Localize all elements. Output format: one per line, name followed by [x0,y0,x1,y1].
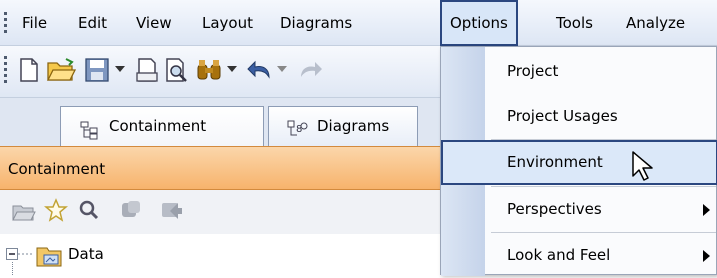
toolbar-grip[interactable] [4,56,7,83]
panel-title: Containment [8,160,106,178]
menu-edit[interactable]: Edit [78,0,107,46]
containment-toolbar [0,190,460,234]
undo-dropdown-icon[interactable] [274,55,290,85]
print-preview-icon[interactable] [162,55,192,85]
search-icon[interactable] [78,199,100,225]
menu-bar: File Edit View Layout Diagrams Options T… [0,0,717,46]
menu-item-project-usages[interactable]: Project Usages [441,94,717,139]
containment-panel-header: Containment [0,146,460,190]
submenu-arrow-icon [703,250,710,262]
find-icon[interactable] [194,55,224,85]
menu-item-perspectives[interactable]: Perspectives [441,187,717,232]
menu-item-look-and-feel[interactable]: Look and Feel [441,233,717,278]
open-project-icon[interactable] [46,55,76,85]
find-dropdown-icon[interactable] [224,55,240,85]
redo-icon[interactable] [296,55,326,85]
print-icon[interactable] [132,55,162,85]
undo-icon[interactable] [244,55,274,85]
menu-item-label: Look and Feel [507,246,611,264]
tree-node-label[interactable]: Data [68,234,104,275]
navigate-icon[interactable] [160,199,184,225]
menu-item-label: Perspectives [507,200,602,218]
options-dropdown-menu: Project Project Usages Environment Persp… [440,46,717,278]
collapse-toggle-icon[interactable] [6,248,36,266]
new-project-icon[interactable] [14,55,44,85]
menu-tools[interactable]: Tools [556,0,593,46]
tree-guide-line [12,262,13,275]
mouse-cursor-icon [631,150,657,186]
menu-options[interactable]: Options [440,0,518,46]
favorite-star-icon[interactable] [43,198,69,226]
menu-item-label: Environment [507,153,603,171]
browser-tab-strip: Containment 8 Diagrams [0,98,460,146]
menu-item-label: Project [507,62,559,80]
save-dropdown-icon[interactable] [112,55,128,85]
containment-tree: Data [0,234,460,275]
menu-view[interactable]: View [136,0,172,46]
menu-item-label: Project Usages [507,107,618,125]
menu-layout[interactable]: Layout [202,0,253,46]
open-folder-icon[interactable] [12,200,36,226]
tab-containment-label: Containment [109,117,207,135]
menu-item-project[interactable]: Project [441,49,717,94]
tab-diagrams-label: Diagrams [317,117,390,135]
save-icon[interactable] [82,55,112,85]
tab-containment[interactable]: Containment [60,106,264,146]
menu-item-environment[interactable]: Environment [441,140,717,185]
menubar-grip[interactable] [4,12,7,33]
submenu-arrow-icon [703,204,710,216]
collapse-icon[interactable] [120,199,142,225]
menu-analyze[interactable]: Analyze [626,0,685,46]
package-icon [36,244,64,272]
menu-file[interactable]: File [22,0,47,46]
menu-diagrams[interactable]: Diagrams [280,0,352,46]
tab-diagrams[interactable]: 8 Diagrams [268,106,418,146]
